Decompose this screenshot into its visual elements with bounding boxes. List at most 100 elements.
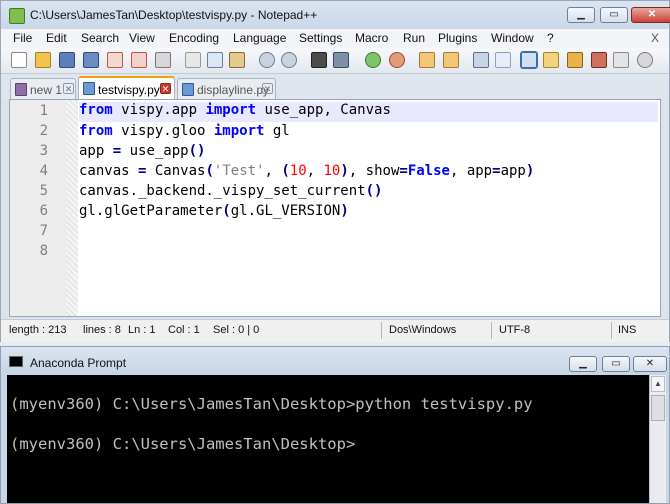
status-eol[interactable]: Dos\Windows	[389, 324, 456, 336]
line-number: 1	[39, 103, 48, 119]
title-bar: C:\Users\JamesTan\Desktop\testvispy.py -…	[1, 1, 670, 29]
tab-close-icon[interactable]: ✕	[262, 83, 273, 94]
menu-bar: File Edit Search View Encoding Language …	[1, 29, 669, 48]
zoom-out-icon[interactable]	[389, 52, 405, 68]
close-document-x[interactable]: X	[651, 31, 659, 45]
tab-label: displayline.py	[197, 83, 270, 97]
menu-settings[interactable]: Settings	[299, 31, 342, 45]
file-saved-icon	[15, 83, 27, 96]
menu-help[interactable]: ?	[547, 31, 554, 45]
close-icon: ✕	[645, 358, 655, 369]
record-macro-icon[interactable]	[637, 52, 653, 68]
code-editor[interactable]: 1 2 3 4 5 6 7 8 from vispy.app import us…	[9, 99, 661, 317]
minimize-button[interactable]: ▁	[569, 356, 597, 372]
replace-icon[interactable]	[333, 52, 349, 68]
minimize-icon: ▁	[577, 9, 585, 20]
code-line: from vispy.gloo import gl	[79, 123, 290, 139]
status-encoding[interactable]: UTF-8	[499, 324, 530, 336]
tab-displayline[interactable]: displayline.py ✕	[177, 78, 276, 99]
file-saved-icon	[83, 82, 95, 95]
close-button[interactable]: ✕	[631, 7, 670, 23]
title-bar: Anaconda Prompt ▁ ▭ ✕	[1, 347, 669, 375]
close-icon: ✕	[647, 9, 657, 20]
anaconda-prompt-window: Anaconda Prompt ▁ ▭ ✕ (myenv360) C:\User…	[0, 346, 670, 504]
menu-macro[interactable]: Macro	[355, 31, 388, 45]
toolbar	[1, 48, 669, 74]
status-separator	[491, 322, 492, 339]
console-line: (myenv360) C:\Users\JamesTan\Desktop>	[10, 435, 356, 453]
function-list-icon[interactable]	[567, 52, 583, 68]
file-saved-icon	[182, 83, 194, 96]
code-line: canvas._backend._vispy_set_current()	[79, 183, 383, 199]
maximize-icon: ▭	[611, 358, 621, 369]
line-number: 7	[39, 223, 48, 239]
sync-vertical-icon[interactable]	[419, 52, 435, 68]
status-insert-mode[interactable]: INS	[618, 324, 636, 336]
scroll-up-icon[interactable]: ▲	[651, 376, 665, 392]
menu-window[interactable]: Window	[491, 31, 534, 45]
maximize-button[interactable]: ▭	[600, 7, 628, 23]
new-file-icon[interactable]	[11, 52, 27, 68]
menu-file[interactable]: File	[13, 31, 32, 45]
status-col: Col : 1	[168, 324, 200, 336]
menu-encoding[interactable]: Encoding	[169, 31, 219, 45]
line-number: 4	[39, 163, 48, 179]
save-all-icon[interactable]	[83, 52, 99, 68]
menu-plugins[interactable]: Plugins	[438, 31, 477, 45]
close-all-icon[interactable]	[131, 52, 147, 68]
menu-run[interactable]: Run	[403, 31, 425, 45]
status-separator	[611, 322, 612, 339]
cut-icon[interactable]	[185, 52, 201, 68]
scroll-thumb[interactable]	[651, 395, 665, 421]
console-line: (myenv360) C:\Users\JamesTan\Desktop>pyt…	[10, 395, 533, 413]
redo-icon[interactable]	[281, 52, 297, 68]
folder-workspace-icon[interactable]	[591, 52, 607, 68]
menu-edit[interactable]: Edit	[46, 31, 67, 45]
menu-search[interactable]: Search	[81, 31, 119, 45]
open-file-icon[interactable]	[35, 52, 51, 68]
paste-icon[interactable]	[229, 52, 245, 68]
status-ln: Ln : 1	[128, 324, 156, 336]
undo-icon[interactable]	[259, 52, 275, 68]
vertical-scrollbar[interactable]: ▲	[649, 375, 666, 503]
code-text-area[interactable]: from vispy.app import use_app, Canvas fr…	[79, 100, 659, 316]
minimize-button[interactable]: ▁	[567, 7, 595, 23]
monitoring-icon[interactable]	[613, 52, 629, 68]
copy-icon[interactable]	[207, 52, 223, 68]
maximize-button[interactable]: ▭	[602, 356, 630, 372]
tab-label: testvispy.py	[98, 83, 160, 97]
tab-close-icon[interactable]: ✕	[160, 83, 171, 94]
show-all-chars-icon[interactable]	[495, 52, 511, 68]
line-number: 6	[39, 203, 48, 219]
doc-map-icon[interactable]	[543, 52, 559, 68]
close-button[interactable]: ✕	[633, 356, 667, 372]
menu-view[interactable]: View	[129, 31, 155, 45]
notepadpp-window: C:\Users\JamesTan\Desktop\testvispy.py -…	[0, 0, 670, 342]
find-icon[interactable]	[311, 52, 327, 68]
close-file-icon[interactable]	[107, 52, 123, 68]
line-number-gutter: 1 2 3 4 5 6 7 8	[10, 100, 66, 316]
tab-label: new 1	[30, 83, 63, 97]
menu-language[interactable]: Language	[233, 31, 286, 45]
fold-margin	[66, 100, 78, 316]
code-line: from vispy.app import use_app, Canvas	[79, 102, 658, 122]
notepadpp-app-icon	[9, 8, 25, 24]
tab-close-icon[interactable]: ✕	[63, 83, 74, 94]
console-output[interactable]: (myenv360) C:\Users\JamesTan\Desktop>pyt…	[7, 375, 649, 503]
status-length: length : 213	[9, 324, 67, 336]
maximize-icon: ▭	[609, 9, 619, 20]
zoom-in-icon[interactable]	[365, 52, 381, 68]
save-icon[interactable]	[59, 52, 75, 68]
status-separator	[381, 322, 382, 339]
tab-bar: new 1 ✕ testvispy.py ✕ displayline.py ✕	[1, 74, 669, 99]
line-number: 3	[39, 143, 48, 159]
tab-new-1[interactable]: new 1 ✕	[10, 78, 76, 99]
print-icon[interactable]	[155, 52, 171, 68]
tab-testvispy[interactable]: testvispy.py ✕	[78, 76, 175, 99]
indent-guide-icon[interactable]	[520, 51, 538, 69]
line-number: 2	[39, 123, 48, 139]
word-wrap-icon[interactable]	[473, 52, 489, 68]
cmd-app-icon	[9, 356, 23, 367]
sync-horizontal-icon[interactable]	[443, 52, 459, 68]
window-title: C:\Users\JamesTan\Desktop\testvispy.py -…	[30, 8, 318, 22]
